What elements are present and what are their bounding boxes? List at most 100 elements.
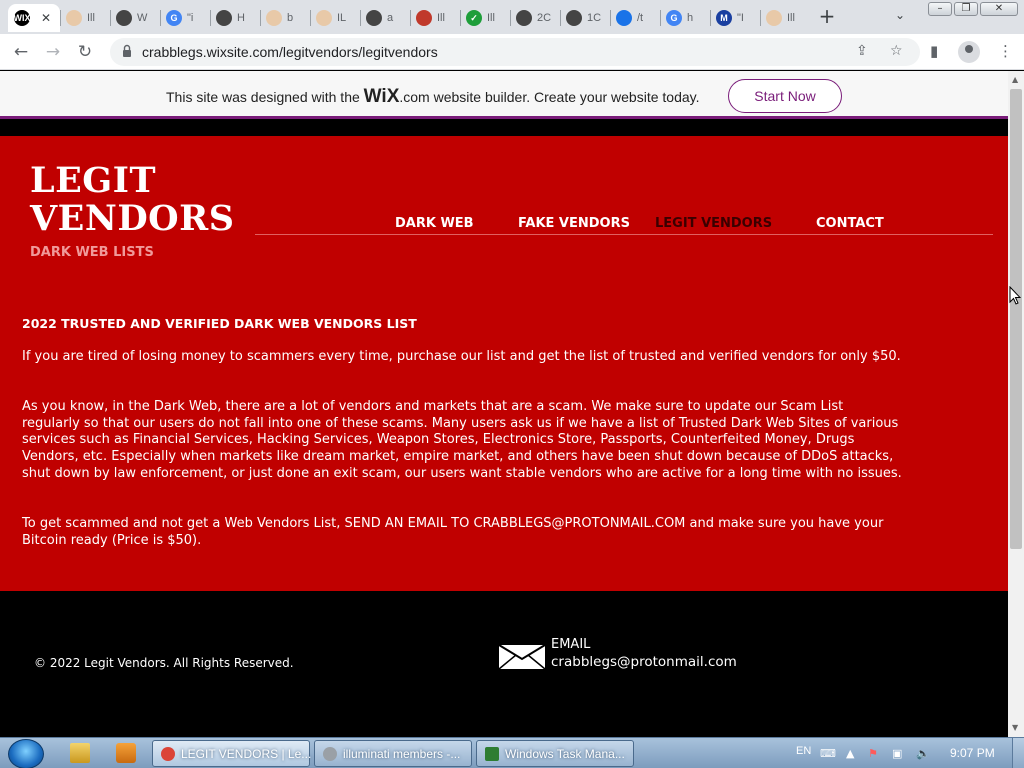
tab-title: IL xyxy=(337,12,347,24)
address-bar[interactable]: crabblegs.wixsite.com/legitvendors/legit… xyxy=(110,38,920,66)
nav-legit-vendors[interactable]: LEGIT VENDORS xyxy=(655,216,772,231)
pyramid-favicon-icon xyxy=(266,10,282,26)
mouse-cursor-icon xyxy=(1009,286,1021,305)
globe-favicon-icon xyxy=(116,10,132,26)
tab-title: h xyxy=(687,12,694,24)
restore-window-button[interactable]: ❐ xyxy=(954,2,978,16)
taskbar-item-chrome[interactable]: LEGIT VENDORS | Le... xyxy=(152,740,312,767)
new-tab-button[interactable]: + xyxy=(816,6,838,28)
media-player-icon[interactable] xyxy=(116,743,136,763)
minimize-window-button[interactable]: – xyxy=(928,2,952,16)
file-explorer-icon[interactable] xyxy=(70,743,90,763)
back-arrow-icon[interactable]: ← xyxy=(9,40,33,64)
pyramid-favicon-icon xyxy=(66,10,82,26)
taskbar-item-label: illuminati members -... xyxy=(343,746,461,761)
nav-fake-vendors[interactable]: FAKE VENDORS xyxy=(518,216,630,231)
chrome-icon xyxy=(161,746,175,761)
browser-tab[interactable]: M "I xyxy=(710,4,760,32)
globe-favicon-icon xyxy=(216,10,232,26)
tab-title: /t xyxy=(637,12,644,24)
wix-logo: WiX xyxy=(363,86,400,107)
envelope-icon xyxy=(498,644,546,670)
browser-tab[interactable]: 1C xyxy=(560,4,610,32)
side-panel-icon[interactable]: ▮ xyxy=(930,42,938,60)
wix-promo-text: This site was designed with the WiX.com … xyxy=(166,86,700,108)
forward-arrow-icon[interactable]: → xyxy=(41,40,65,64)
green-check-favicon-icon: ✓ xyxy=(466,10,482,26)
paragraph-intro: If you are tired of losing money to scam… xyxy=(22,349,901,364)
malwarebytes-favicon-icon: M xyxy=(716,10,732,26)
tab-title: b xyxy=(287,12,294,24)
lock-icon xyxy=(123,44,131,57)
main-content: 2022 TRUSTED AND VERIFIED DARK WEB VENDO… xyxy=(22,316,902,549)
scroll-down-arrow-icon[interactable]: ▼ xyxy=(1012,723,1018,732)
browser-tab[interactable]: Gh xyxy=(660,4,710,32)
pyramid-favicon-icon xyxy=(316,10,332,26)
tab-title: H xyxy=(237,12,245,24)
browser-tab[interactable]: 2C xyxy=(510,4,560,32)
reload-icon[interactable]: ↻ xyxy=(73,40,97,64)
tab-title: Ill xyxy=(787,12,795,24)
google-favicon-icon: G xyxy=(666,10,682,26)
browser-window-icon xyxy=(323,746,337,761)
taskbar-item-task-manager[interactable]: Windows Task Mana... xyxy=(476,740,634,767)
browser-tab[interactable]: G "i xyxy=(160,4,210,32)
bookmark-star-icon[interactable]: ☆ xyxy=(890,43,903,59)
google-favicon-icon: G xyxy=(166,10,182,26)
wix-promo-text-after: .com website builder. Create your websit… xyxy=(399,89,700,105)
taskbar-item-illuminati[interactable]: illuminati members -... xyxy=(314,740,472,767)
share-icon[interactable]: ⇪ xyxy=(856,43,868,59)
browser-tab[interactable]: Ill xyxy=(60,4,110,32)
paragraph-scam-list: As you know, in the Dark Web, there are … xyxy=(22,398,902,481)
system-clock[interactable]: 9:07 PM xyxy=(950,746,995,760)
show-desktop-button[interactable] xyxy=(1012,738,1024,768)
site-logo-line1[interactable]: LEGIT xyxy=(30,162,156,200)
browser-tab-strip: WIX ✕ Ill W G "i Hb IL a Ill ✓ Ill 2C 1C/t Gh M "I Ill + … xyxy=(0,0,1024,34)
wix-promo-banner: This site was designed with the WiX.com … xyxy=(0,71,1008,119)
browser-tab[interactable]: IL xyxy=(310,4,360,32)
network-icon[interactable]: ▣ xyxy=(892,747,902,760)
close-window-button[interactable]: ✕ xyxy=(980,2,1018,16)
main-red-section: LEGIT VENDORS DARK WEB LISTS DARK WEB FA… xyxy=(0,136,1008,591)
tab-title: a xyxy=(387,12,394,24)
browser-tab[interactable]: H xyxy=(210,4,260,32)
browser-tab[interactable]: b xyxy=(260,4,310,32)
browser-tab[interactable]: ✓ Ill xyxy=(460,4,510,32)
language-indicator[interactable]: EN xyxy=(796,745,811,757)
task-manager-icon xyxy=(485,746,499,761)
paragraph-email-instructions: To get scammed and not get a Web Vendors… xyxy=(22,515,884,548)
profile-avatar-icon[interactable] xyxy=(958,41,980,63)
show-hidden-icons-chevron-icon[interactable]: ▲ xyxy=(846,747,854,760)
site-logo-subtitle: DARK WEB LISTS xyxy=(30,245,154,260)
browser-tab[interactable]: Ill xyxy=(760,4,810,32)
action-center-flag-icon[interactable]: ⚑ xyxy=(868,747,878,760)
menu-kebab-icon[interactable]: ⋮ xyxy=(998,42,1013,60)
header-black-band xyxy=(0,122,1008,136)
site-logo-line2[interactable]: VENDORS xyxy=(30,200,235,238)
nav-dark-web[interactable]: DARK WEB xyxy=(395,216,474,231)
taskbar-item-label: LEGIT VENDORS | Le... xyxy=(181,746,312,761)
browser-toolbar: ← → ↻ crabblegs.wixsite.com/legitvendors… xyxy=(0,34,1024,70)
tab-search-chevron-icon[interactable]: ⌄ xyxy=(895,8,905,22)
scrollbar-thumb[interactable] xyxy=(1010,89,1022,549)
tab-title: 1C xyxy=(587,12,602,24)
browser-tab[interactable]: a xyxy=(360,4,410,32)
browser-tab[interactable]: /t xyxy=(610,4,660,32)
nav-divider-line xyxy=(255,234,993,235)
start-now-button[interactable]: Start Now xyxy=(728,79,842,113)
scroll-up-arrow-icon[interactable]: ▲ xyxy=(1012,75,1018,84)
nav-contact[interactable]: CONTACT xyxy=(816,216,884,231)
browser-tab[interactable]: W xyxy=(110,4,160,32)
browser-tab[interactable]: WIX ✕ xyxy=(8,4,60,32)
browser-tab[interactable]: Ill xyxy=(410,4,460,32)
page-scrollbar[interactable]: ▲ ▼ xyxy=(1008,71,1024,737)
pyramid-favicon-icon xyxy=(766,10,782,26)
footer-email-address[interactable]: crabblegs@protonmail.com xyxy=(551,654,737,670)
volume-icon[interactable]: 🔈 xyxy=(916,747,930,760)
close-tab-icon[interactable]: ✕ xyxy=(41,11,51,25)
start-button[interactable] xyxy=(8,739,44,768)
globe-favicon-icon xyxy=(566,10,582,26)
taskbar-item-label: Windows Task Mana... xyxy=(505,746,625,761)
footer-email-label: EMAIL xyxy=(551,637,591,652)
keyboard-icon[interactable]: ⌨ xyxy=(820,747,836,760)
